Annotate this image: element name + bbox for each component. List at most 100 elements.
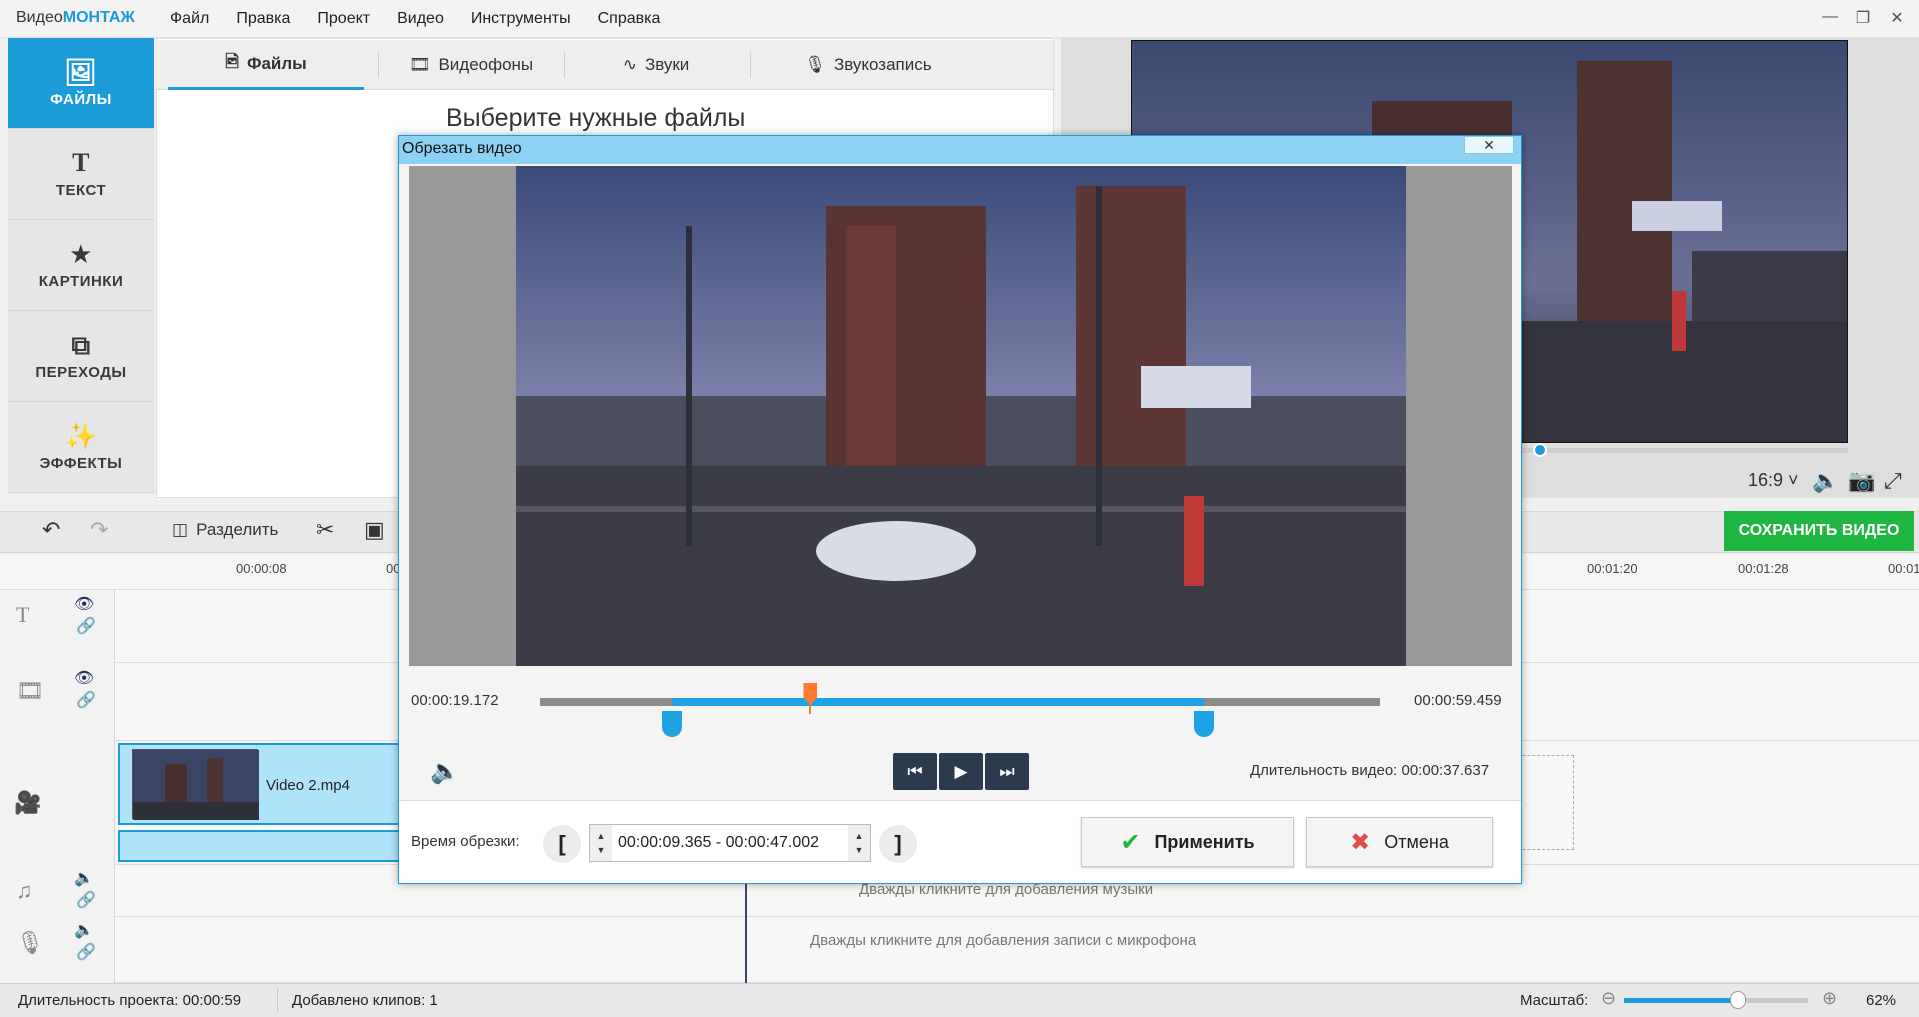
zoom-in-icon[interactable]: ⊕: [1822, 988, 1837, 1009]
spin-left[interactable]: ▲ ▼: [590, 825, 612, 861]
tab-divider: [750, 52, 751, 78]
dialog-video-frame[interactable]: [516, 166, 1406, 666]
minimize-icon[interactable]: —: [1819, 8, 1841, 28]
set-start-button[interactable]: [: [543, 825, 581, 863]
save-video-button[interactable]: СОХРАНИТЬ ВИДЕО: [1724, 511, 1914, 551]
menu-file[interactable]: Файл: [170, 10, 209, 28]
split-icon: ◫: [172, 520, 189, 539]
redo-icon[interactable]: ↷: [90, 517, 108, 543]
library-tab-files-label: Файлы: [246, 53, 307, 73]
video-camera-icon: 🎥: [14, 790, 42, 815]
clips-added: Добавлено клипов: 1: [292, 992, 438, 1009]
tab-text[interactable]: T ТЕКСТ: [8, 129, 154, 220]
text-track-icon: T: [16, 602, 30, 627]
menu-video[interactable]: Видео: [397, 10, 444, 28]
menu-project[interactable]: Проект: [317, 10, 370, 28]
eye-icon[interactable]: 👁: [74, 594, 94, 614]
mic-hint: Дважды кликните для добавления записи с …: [810, 932, 1197, 949]
library-tab-video-bg[interactable]: 🎞 Видеофоны: [381, 40, 561, 90]
mic-track[interactable]: [0, 917, 1919, 983]
menu-help[interactable]: Справка: [598, 10, 661, 28]
undo-icon[interactable]: ↶: [42, 517, 60, 543]
trim-end-handle[interactable]: [1193, 711, 1214, 737]
split-button[interactable]: ◫ Разделить: [172, 520, 278, 540]
skip-forward-icon: ⏭: [999, 761, 1015, 781]
clip-audio-bar[interactable]: [118, 830, 400, 862]
app-logo: ВидеоМОНТАЖ: [16, 9, 135, 26]
project-duration: Длительность проекта: 00:00:59: [18, 992, 242, 1009]
volume-icon[interactable]: 🔈: [1812, 468, 1839, 494]
music-note-icon: ♫: [16, 878, 33, 903]
cut-time-label: Время обрезки:: [411, 833, 520, 850]
library-tabs: 🖻 Файлы 🎞 Видеофоны ∿ Звуки 🎙 Звукозапись: [156, 40, 1053, 90]
dialog-title: Обрезать видео: [402, 140, 522, 157]
arrow-down-icon: ▼: [596, 845, 606, 855]
transitions-icon: ⧉: [71, 329, 91, 360]
video-bg-icon: 🎞: [408, 55, 431, 74]
ruler-tick: 00:00:16: [386, 561, 398, 576]
library-tab-sounds-label: Звуки: [644, 55, 690, 74]
zoom-value: 62%: [1866, 992, 1897, 1009]
tab-effects[interactable]: ✨ ЭФФЕКТЫ: [8, 402, 154, 493]
play-icon: ▶: [954, 761, 968, 781]
speaker-icon[interactable]: 🔈: [74, 920, 94, 940]
dialog-title-bar[interactable]: [399, 136, 1521, 164]
dialog-close-button[interactable]: ✕: [1464, 136, 1514, 154]
ruler-tick: 00:00:08: [236, 561, 287, 576]
tab-divider: [564, 52, 565, 78]
arrow-up-icon: ▲: [596, 831, 606, 841]
next-frame-button[interactable]: ⏭: [985, 753, 1029, 790]
aspect-ratio-select[interactable]: 16:9 ˅: [1748, 470, 1799, 491]
fullscreen-icon[interactable]: ⤢: [1884, 468, 1902, 494]
link-icon[interactable]: 🔗: [76, 616, 96, 636]
waveform-icon: ∿: [622, 55, 637, 74]
crop-icon[interactable]: ▣: [364, 517, 385, 543]
camera-icon[interactable]: 📷: [1848, 468, 1875, 494]
unlink-icon[interactable]: 🔗: [76, 942, 96, 962]
tab-divider: [378, 52, 379, 78]
close-icon[interactable]: ✕: [1886, 8, 1908, 28]
track-headers: [0, 590, 115, 983]
check-icon: ✔: [1120, 828, 1141, 856]
total-time: 00:00:59.459: [1414, 692, 1502, 709]
tab-files[interactable]: 🖼 ФАЙЛЫ: [8, 38, 154, 129]
unlink-icon[interactable]: 🔗: [76, 890, 96, 910]
scissors-icon[interactable]: ✂: [316, 517, 334, 543]
scale-label: Масштаб:: [1520, 992, 1589, 1009]
speaker-icon[interactable]: 🔈: [74, 868, 94, 888]
zoom-slider-fill: [1624, 998, 1739, 1003]
arrow-up-icon: ▲: [854, 831, 864, 841]
restore-icon[interactable]: ❐: [1852, 8, 1874, 28]
zoom-slider-handle[interactable]: [1730, 991, 1747, 1009]
clip-thumbnail-image: [133, 750, 259, 820]
trim-selected-range: [671, 698, 1204, 706]
apply-button[interactable]: ✔ Применить: [1081, 817, 1294, 867]
link-icon[interactable]: 🔗: [76, 690, 96, 710]
library-tab-files[interactable]: 🖻 Файлы: [168, 40, 364, 90]
film-icon: 🎞: [16, 678, 44, 703]
trim-start-handle[interactable]: [661, 711, 682, 737]
eye-icon[interactable]: 👁: [74, 668, 94, 688]
play-button[interactable]: ▶: [939, 753, 983, 790]
zoom-out-icon[interactable]: ⊖: [1601, 988, 1616, 1009]
dialog-volume-icon[interactable]: 🔈: [430, 757, 460, 786]
clip-thumbnail: [132, 749, 259, 820]
cancel-button-label: Отмена: [1384, 831, 1449, 852]
cut-time-field[interactable]: ▲ ▼ 00:00:09.365 - 00:00:47.002 ▲ ▼: [589, 824, 871, 862]
library-tab-recording[interactable]: 🎙 Звукозапись: [753, 40, 983, 90]
cancel-button[interactable]: ✖ Отмена: [1306, 817, 1493, 867]
menu-edit[interactable]: Правка: [236, 10, 290, 28]
spin-right[interactable]: ▲ ▼: [848, 825, 870, 861]
prev-frame-button[interactable]: ⏮: [893, 753, 937, 790]
bracket-left-icon: [: [558, 831, 566, 856]
menu-tools[interactable]: Инструменты: [471, 10, 571, 28]
tab-pictures[interactable]: ★ КАРТИНКИ: [8, 220, 154, 311]
ruler-tick: 00:01:28: [1738, 561, 1789, 576]
preview-seek-handle[interactable]: [1532, 443, 1547, 457]
bracket-right-icon: ]: [894, 831, 902, 856]
tab-transitions[interactable]: ⧉ ПЕРЕХОДЫ: [8, 311, 154, 402]
menu-bar: Файл Правка Проект Видео Инструменты Спр…: [170, 10, 660, 28]
set-end-button[interactable]: ]: [879, 825, 917, 863]
library-tab-sounds[interactable]: ∿ Звуки: [566, 40, 746, 90]
cut-time-value[interactable]: 00:00:09.365 - 00:00:47.002: [612, 834, 848, 852]
